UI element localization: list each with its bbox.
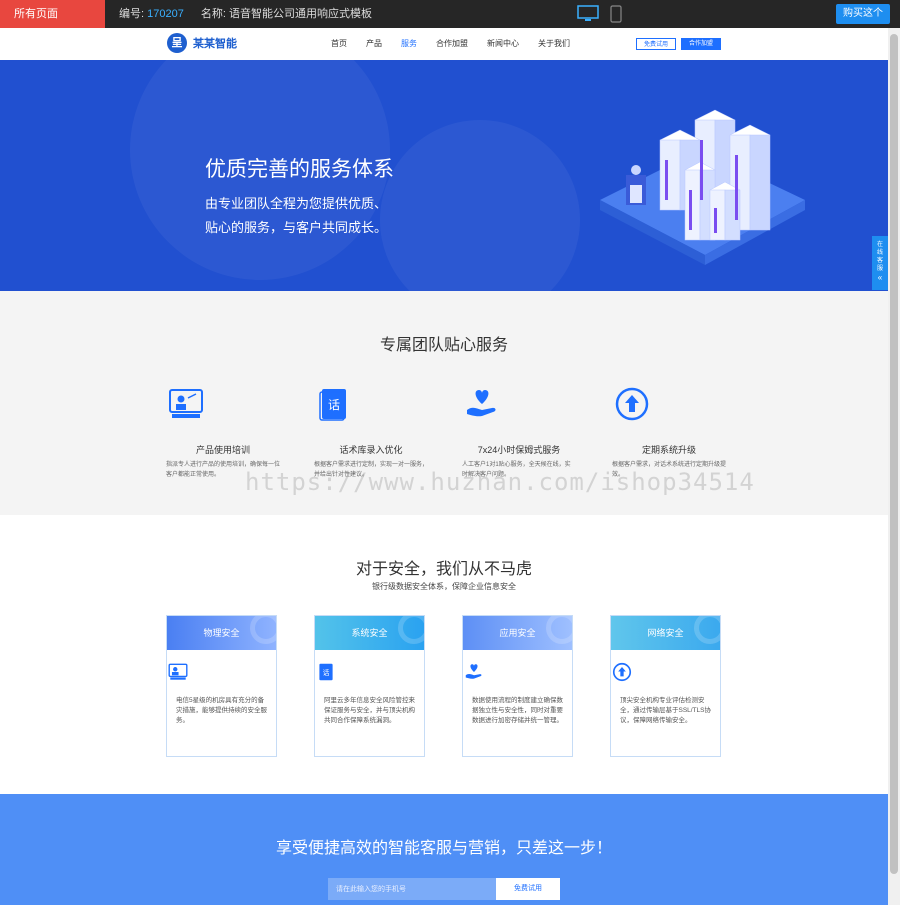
scrollbar-thumb[interactable] <box>890 34 898 874</box>
svg-text:话: 话 <box>323 668 330 677</box>
service-item: 7x24小时保姆式服务 人工客户1对1贴心服务，全天候在线，实时解决客户问题。 <box>462 384 576 480</box>
scrollbar[interactable] <box>888 28 900 905</box>
online-service-float[interactable]: 在线客服 « <box>872 236 888 290</box>
menu-item-partnership[interactable]: 合作加盟 <box>436 28 468 60</box>
template-name: 语音智能公司通用响应式模板 <box>229 8 373 20</box>
service-item-title: 定期系统升级 <box>641 445 696 455</box>
name-label: 名称: <box>200 8 226 20</box>
cta-free-trial-button[interactable]: 免费试用 <box>496 878 560 900</box>
template-number: 170207 <box>147 8 184 20</box>
free-trial-button[interactable]: 免费试用 <box>636 38 676 50</box>
site-logo[interactable]: 呈 某某智能 <box>167 33 237 53</box>
menu-item-service[interactable]: 服务 <box>401 28 417 60</box>
security-card: 应用安全 数据使用流程的制度建立确保数据独立性与安全性，同时对重要数据进行加密存… <box>462 615 573 757</box>
service-item-title: 7x24小时保姆式服务 <box>477 445 561 455</box>
desktop-view-icon[interactable] <box>577 5 599 23</box>
script-book-icon: 话 <box>319 663 333 681</box>
hero-banner: 优质完善的服务体系 由专业团队全程为您提供优质、 贴心的服务，与客户共同成长。 <box>0 60 888 291</box>
service-item-title: 话术库录入优化 <box>339 445 403 455</box>
upgrade-icon <box>612 662 632 682</box>
hero-line-2: 贴心的服务，与客户共同成长。 <box>205 220 388 235</box>
online-service-label: 在线客服 <box>876 242 883 272</box>
all-pages-button[interactable]: 所有页面 <box>0 0 105 28</box>
security-card-head: 应用安全 <box>463 616 572 650</box>
security-card-desc: 电信5星级的机房具有充分的备灾措施，能够提供持续的安全服务。 <box>176 697 267 724</box>
security-card-desc: 顶尖安全机构专业评估检测安全，通过传输层基于SSL/TLS协议，保障网络传输安全… <box>620 697 712 724</box>
security-title: 对于安全，我们从不马虎 <box>355 561 532 578</box>
service-title: 专属团队贴心服务 <box>379 337 508 354</box>
security-card: 网络安全 顶尖安全机构专业评估检测安全，通过传输层基于SSL/TLS协议，保障网… <box>610 615 721 757</box>
site-header: 呈 某某智能 首页 产品 服务 合作加盟 新闻中心 关于我们 免费试用 合作加盟 <box>0 28 888 60</box>
script-book-icon: 话 <box>319 389 346 421</box>
mobile-view-icon[interactable] <box>610 5 622 23</box>
menu-item-about[interactable]: 关于我们 <box>538 28 570 60</box>
security-card-title: 系统安全 <box>351 628 388 638</box>
collapse-arrow-icon: « <box>877 273 883 282</box>
security-card: 系统安全 话 阿里云多年信息安全风险管控来保证服务与安全，并与顶尖机构共同合作保… <box>314 615 425 757</box>
watermark-text: https://www.huzhan.com/ishop34514 <box>245 468 755 496</box>
logo-text: 某某智能 <box>193 38 237 50</box>
menu-item-home[interactable]: 首页 <box>331 28 347 60</box>
upgrade-icon <box>615 387 649 421</box>
join-button[interactable]: 合作加盟 <box>681 38 721 50</box>
main-menu: 首页 产品 服务 合作加盟 新闻中心 关于我们 <box>331 28 589 60</box>
hero-line-1: 由专业团队全程为您提供优质、 <box>205 196 388 211</box>
service-item: 话 话术库录入优化 根据客户需求进行定制，实现一对一服务，并给出针对性建议。 <box>314 384 428 480</box>
security-card-desc: 阿里云多年信息安全风险管控来保证服务与安全，并与顶尖机构共同合作保障系统漏洞。 <box>324 697 415 724</box>
site-frame: 呈 某某智能 首页 产品 服务 合作加盟 新闻中心 关于我们 免费试用 合作加盟… <box>0 28 888 905</box>
svg-text:话: 话 <box>328 398 340 412</box>
preview-topbar: 所有页面 编号: 170207 名称: 语音智能公司通用响应式模板 购买这个 <box>0 0 900 28</box>
security-card-head: 网络安全 <box>611 616 720 650</box>
menu-item-products[interactable]: 产品 <box>366 28 382 60</box>
cta-title: 享受便捷高效的智能客服与营销，只差这一步！ <box>275 840 612 857</box>
security-card-head: 物理安全 <box>167 616 276 650</box>
security-card: 物理安全 电信5星级的机房具有充分的备灾措施，能够提供持续的安全服务。 <box>166 615 277 757</box>
training-icon <box>169 389 203 418</box>
security-card-head: 系统安全 <box>315 616 424 650</box>
template-meta: 编号: 170207 名称: 语音智能公司通用响应式模板 <box>119 0 372 28</box>
cta-section: 享受便捷高效的智能客服与营销，只差这一步！ 免费试用 <box>0 794 888 905</box>
heart-hand-icon <box>465 664 482 679</box>
security-card-title: 网络安全 <box>647 628 684 638</box>
security-card-title: 物理安全 <box>203 628 240 638</box>
training-icon <box>168 663 188 680</box>
number-label: 编号: <box>119 8 145 20</box>
server-isometric-illustration <box>600 109 805 265</box>
phone-input[interactable] <box>328 878 496 900</box>
logo-mark-icon: 呈 <box>167 33 187 53</box>
hero-title: 优质完善的服务体系 <box>205 158 394 181</box>
security-subtitle: 银行级数据安全体系，保障企业信息安全 <box>372 582 516 591</box>
security-card-desc: 数据使用流程的制度建立确保数据独立性与安全性，同时对重要数据进行加密存储并统一管… <box>472 697 563 724</box>
security-card-title: 应用安全 <box>499 628 536 638</box>
hero-description: 由专业团队全程为您提供优质、 贴心的服务，与客户共同成长。 <box>205 192 425 240</box>
security-section: 对于安全，我们从不马虎 银行级数据安全体系，保障企业信息安全 物理安全 电信5星… <box>0 515 888 794</box>
heart-hand-icon <box>467 390 496 417</box>
service-item-title: 产品使用培训 <box>195 445 250 455</box>
menu-item-news[interactable]: 新闻中心 <box>487 28 519 60</box>
buy-button[interactable]: 购买这个 <box>836 4 890 24</box>
service-item: 定期系统升级 根据客户需求，对话术系统进行定期升级提效。 <box>612 384 726 480</box>
service-item: 产品使用培训 指派专人进行产品的使用培训，确保每一位客户都能正常使用。 <box>166 384 280 480</box>
